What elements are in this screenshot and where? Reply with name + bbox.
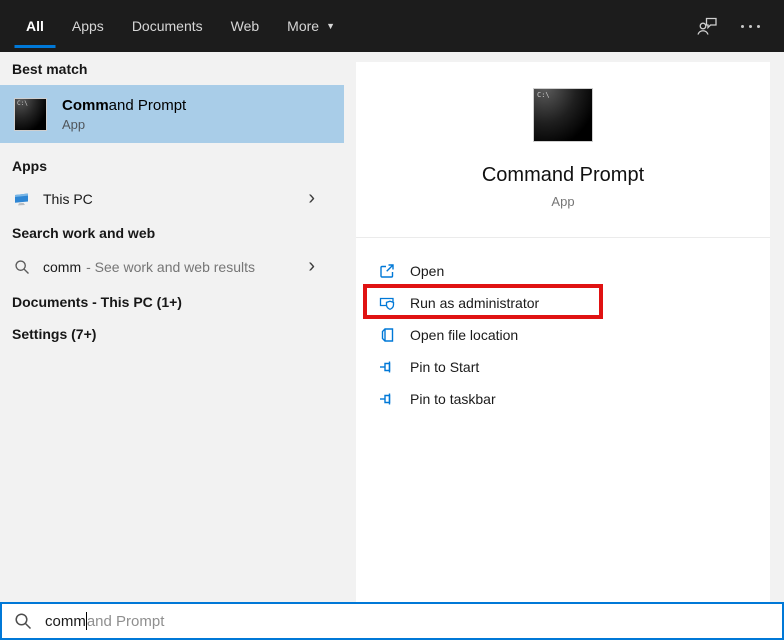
best-match-heading: Best match	[12, 61, 88, 77]
pin-icon	[378, 390, 396, 408]
best-match-title: Command Prompt	[62, 97, 186, 114]
action-open[interactable]: Open	[356, 255, 770, 287]
action-open-label: Open	[410, 263, 445, 279]
tab-more[interactable]: More ▼	[287, 0, 335, 52]
expand-chevron-icon[interactable]: ›	[308, 256, 315, 276]
windows-search-flyout: All Apps Documents Web More ▼ Best match	[0, 0, 784, 640]
preview-subtitle: App	[551, 194, 575, 209]
more-options-icon[interactable]	[741, 24, 760, 28]
expand-chevron-icon[interactable]: ›	[308, 188, 315, 208]
command-prompt-icon: C:\	[14, 97, 47, 131]
best-match-title-rest: and Prompt	[108, 96, 187, 114]
action-run-as-administrator[interactable]: Run as administrator	[356, 287, 770, 319]
search-input[interactable]: comm and Prompt	[0, 602, 784, 640]
tab-more-label: More	[287, 18, 320, 34]
action-pin-to-taskbar[interactable]: Pin to taskbar	[356, 383, 770, 415]
tab-apps[interactable]: Apps	[72, 0, 104, 52]
this-pc-label: This PC	[43, 191, 93, 207]
this-pc-icon	[13, 191, 30, 208]
search-typed-text: comm	[45, 612, 86, 630]
search-results-panel: Best match C:\ Command Prompt App Apps T…	[0, 52, 356, 602]
file-location-icon	[378, 326, 396, 344]
tab-all[interactable]: All	[26, 0, 44, 52]
tab-documents[interactable]: Documents	[132, 0, 203, 52]
action-open-file-location[interactable]: Open file location	[356, 319, 770, 351]
web-search-query: comm	[43, 259, 82, 275]
topbar-actions	[695, 0, 784, 52]
divider	[356, 237, 770, 238]
feedback-icon[interactable]	[695, 15, 719, 37]
search-work-web-heading: Search work and web	[12, 225, 156, 241]
search-icon	[14, 612, 32, 630]
tab-web[interactable]: Web	[231, 0, 260, 52]
documents-heading[interactable]: Documents - This PC (1+)	[12, 294, 182, 310]
action-open-file-location-label: Open file location	[410, 327, 519, 343]
preview-title: Command Prompt	[481, 164, 645, 186]
result-web-search[interactable]: comm - See work and web results ›	[0, 249, 344, 285]
best-match-subtitle: App	[62, 116, 86, 132]
best-match-text: Command Prompt App	[62, 97, 186, 132]
command-prompt-icon-large: C:\	[533, 88, 593, 142]
command-prompt-icon-text: C:\	[537, 91, 550, 99]
search-filter-bar: All Apps Documents Web More ▼	[0, 0, 784, 52]
action-pin-to-start[interactable]: Pin to Start	[356, 351, 770, 383]
action-list: Open Run as administrator Open file loca…	[356, 255, 770, 415]
pin-icon	[378, 358, 396, 376]
run-as-administrator-icon	[378, 294, 396, 312]
preview-pane: C:\ Command Prompt App Open Run as admin…	[356, 62, 770, 602]
apps-heading: Apps	[12, 158, 47, 174]
action-pin-to-taskbar-label: Pin to taskbar	[410, 391, 496, 407]
result-this-pc[interactable]: This PC ›	[0, 181, 344, 217]
search-inline-suggestion: and Prompt	[86, 612, 165, 630]
action-pin-to-start-label: Pin to Start	[410, 359, 480, 375]
settings-heading[interactable]: Settings (7+)	[12, 326, 96, 342]
chevron-down-icon: ▼	[326, 21, 335, 31]
web-search-suffix: - See work and web results	[86, 259, 255, 275]
action-run-as-administrator-label: Run as administrator	[410, 295, 540, 311]
best-match-title-bold: Comm	[62, 96, 109, 114]
best-match-result-command-prompt[interactable]: C:\ Command Prompt App	[0, 85, 344, 143]
command-prompt-icon-text: C:\	[17, 99, 28, 107]
open-icon	[378, 262, 396, 280]
search-icon	[13, 259, 30, 276]
filter-tabs: All Apps Documents Web More ▼	[26, 0, 335, 52]
